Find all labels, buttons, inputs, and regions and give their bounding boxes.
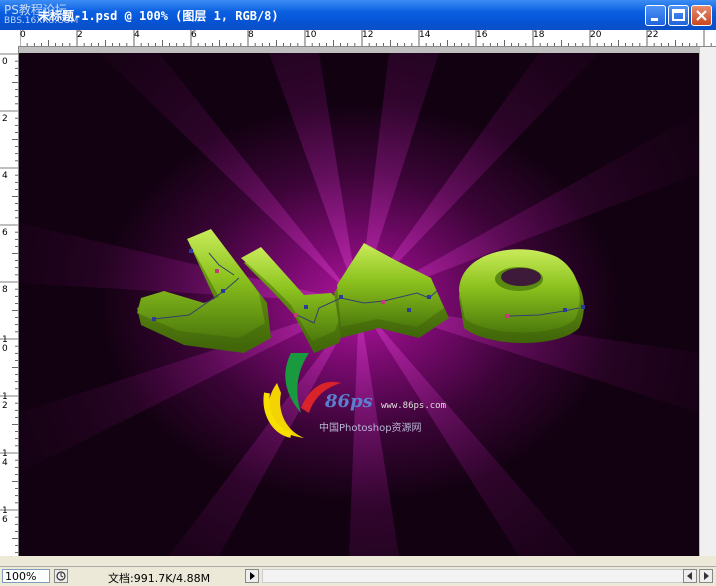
triangle-right-icon xyxy=(250,572,255,580)
ruler-label: 1 0 xyxy=(2,335,8,354)
scroll-right-button[interactable] xyxy=(699,569,713,583)
title-bar[interactable]: PS教程论坛 BBS.16XX8.COM 未标题-1.psd @ 100% (图… xyxy=(0,0,716,30)
canvas-area[interactable]: 86ps www.86ps.com 中国Photoshop资源网 xyxy=(19,47,716,556)
navigator-icon[interactable] xyxy=(54,569,68,583)
status-bar: 100% 文档:991.7K/4.88M xyxy=(0,566,716,586)
status-menu-button[interactable] xyxy=(245,569,259,583)
ruler-label: 22 xyxy=(647,30,659,40)
close-button[interactable] xyxy=(691,5,712,26)
horizontal-ruler[interactable]: 0 2 4 6 8 10 12 14 16 18 20 22 xyxy=(20,30,716,47)
logo-url: www.86ps.com xyxy=(381,401,447,411)
ruler-label: 6 xyxy=(2,228,8,238)
ruler-label: 1 2 xyxy=(2,392,8,411)
ruler-label: 2 xyxy=(77,30,83,40)
arrow-left-icon xyxy=(687,572,692,580)
ruler-label: 6 xyxy=(191,30,197,40)
horizontal-scrollbar[interactable] xyxy=(262,569,692,583)
maximize-icon xyxy=(672,9,685,21)
logo-tagline: 中国Photoshop资源网 xyxy=(319,423,422,434)
ruler-label: 10 xyxy=(305,30,317,40)
ruler-label: 4 xyxy=(134,30,140,40)
vertical-ruler[interactable]: 0 2 4 6 8 1 0 1 2 1 4 1 6 xyxy=(0,46,19,556)
letter-g xyxy=(459,249,584,343)
ruler-label: 0 xyxy=(20,30,26,40)
ruler-label: 14 xyxy=(419,30,431,40)
ruler-label: 16 xyxy=(476,30,488,40)
ruler-corner[interactable] xyxy=(0,30,21,47)
arrow-right-icon xyxy=(704,572,709,580)
ruler-label: 8 xyxy=(2,285,8,295)
vertical-scrollbar[interactable] xyxy=(699,47,716,556)
close-icon xyxy=(696,10,707,21)
ruler-label: 4 xyxy=(2,171,8,181)
minimize-icon xyxy=(651,18,658,21)
document-window: PS教程论坛 BBS.16XX8.COM 未标题-1.psd @ 100% (图… xyxy=(0,0,716,586)
zoom-level-field[interactable]: 100% xyxy=(2,569,50,583)
ruler-label: 0 xyxy=(2,57,8,67)
light-rays xyxy=(19,53,699,556)
document-canvas[interactable]: 86ps www.86ps.com 中国Photoshop资源网 xyxy=(19,53,699,556)
ruler-label: 12 xyxy=(362,30,374,40)
ruler-label: 18 xyxy=(533,30,545,40)
ruler-label: 8 xyxy=(248,30,254,40)
ruler-label: 1 6 xyxy=(2,506,8,525)
ruler-label: 2 xyxy=(2,114,8,124)
document-size-info: 文档:991.7K/4.88M xyxy=(108,572,211,585)
ruler-label: 20 xyxy=(590,30,602,40)
maximize-button[interactable] xyxy=(668,5,689,26)
logo-86ps: 86ps xyxy=(325,391,373,412)
window-title: 未标题-1.psd @ 100% (图层 1, RGB/8) xyxy=(38,9,279,23)
ruler-label: 1 4 xyxy=(2,449,8,468)
minimize-button[interactable] xyxy=(645,5,666,26)
canvas-bottom-edge xyxy=(0,556,716,566)
scroll-left-button[interactable] xyxy=(683,569,697,583)
